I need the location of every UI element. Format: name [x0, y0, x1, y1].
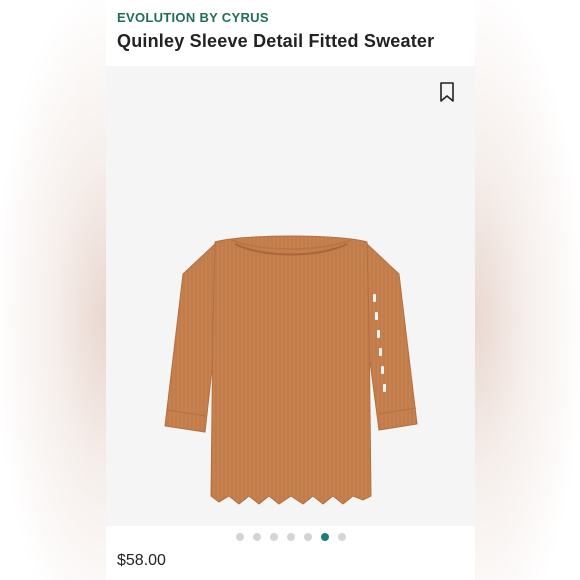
product-price: $58.00 — [117, 552, 166, 569]
gallery-dot[interactable] — [303, 533, 312, 541]
background-blur-right — [474, 0, 580, 580]
product-card: EVOLUTION BY CYRUS Quinley Sleeve Detail… — [106, 0, 475, 580]
product-image[interactable] — [106, 66, 475, 526]
gallery-dot[interactable] — [269, 533, 278, 541]
bookmark-icon[interactable] — [439, 82, 455, 102]
gallery-dot[interactable] — [337, 533, 346, 541]
gallery-dot[interactable] — [252, 533, 261, 541]
product-title: Quinley Sleeve Detail Fitted Sweater — [117, 31, 435, 51]
gallery-dot[interactable] — [320, 533, 329, 541]
gallery-dot[interactable] — [286, 533, 295, 541]
sweater-image — [164, 235, 418, 505]
screen: EVOLUTION BY CYRUS Quinley Sleeve Detail… — [0, 0, 580, 580]
background-blur-left — [0, 0, 106, 580]
brand-name[interactable]: EVOLUTION BY CYRUS — [117, 10, 269, 25]
gallery-dot[interactable] — [235, 533, 244, 541]
gallery-pagination — [106, 533, 475, 543]
